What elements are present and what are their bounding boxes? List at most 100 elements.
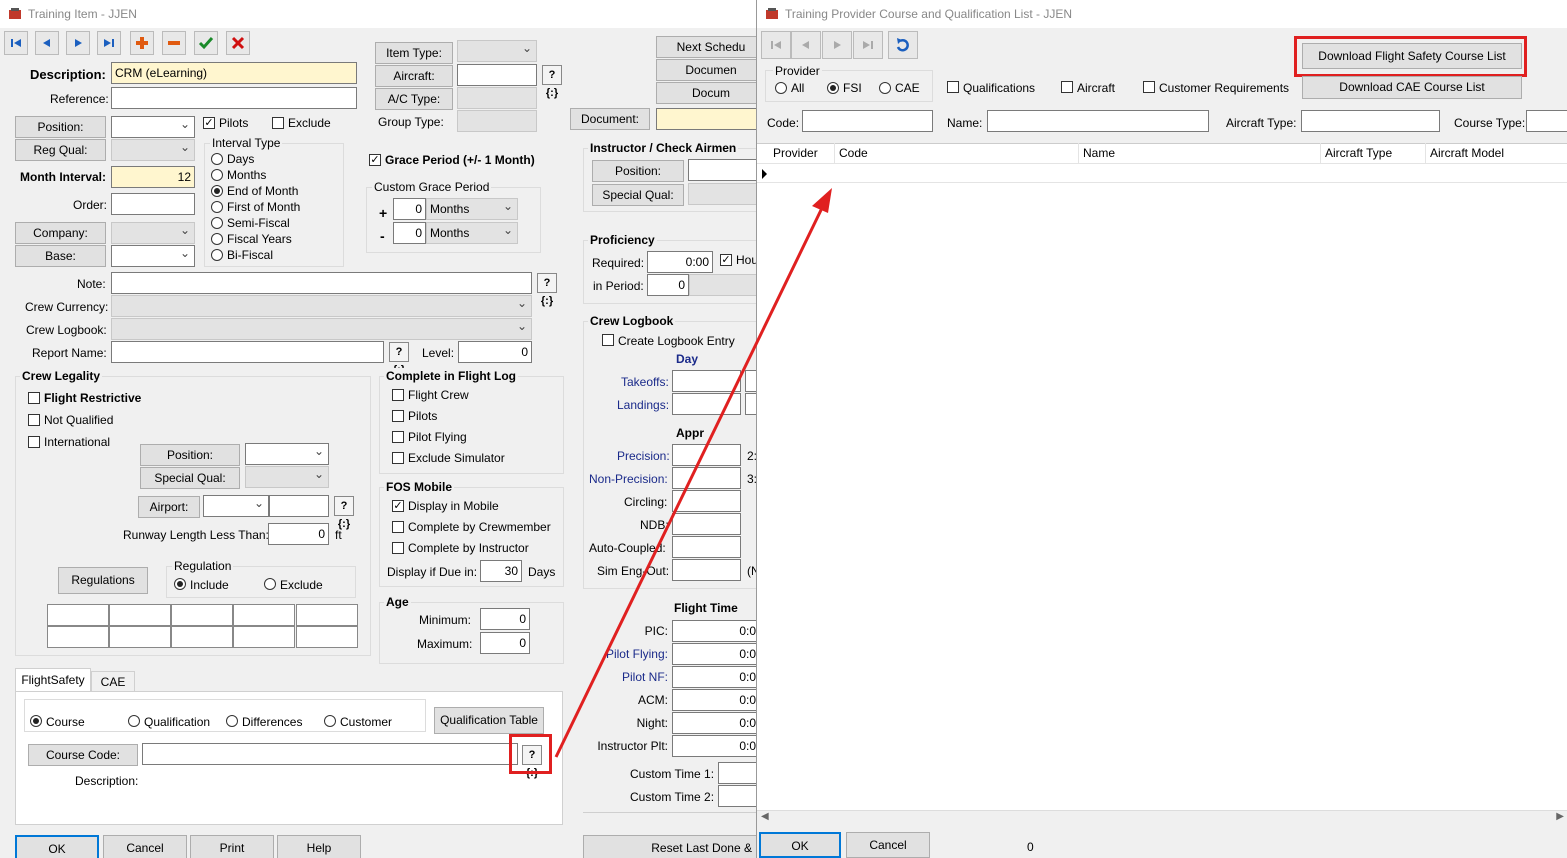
- provider-ok-button[interactable]: OK: [759, 832, 841, 858]
- regulation-cell[interactable]: [233, 604, 295, 626]
- grace-period-checkbox[interactable]: ✓: [369, 154, 381, 166]
- not-qualified-checkbox[interactable]: [28, 414, 40, 426]
- sim-eng-out-input[interactable]: [672, 559, 741, 581]
- flight-restrictive-checkbox[interactable]: [28, 392, 40, 404]
- precision-input[interactable]: [672, 444, 741, 466]
- cancel-button[interactable]: Cancel: [103, 835, 187, 858]
- legality-position-select[interactable]: [245, 441, 329, 465]
- course-type-filter-input[interactable]: [1526, 110, 1567, 132]
- grid-header-aircraft-model[interactable]: Aircraft Model: [1426, 143, 1567, 163]
- grace-plus-unit-select[interactable]: Months: [426, 196, 518, 220]
- fs-qualification-radio[interactable]: [128, 715, 140, 727]
- instructor-position-button[interactable]: Position:: [592, 160, 684, 182]
- pic-input[interactable]: 0:0: [672, 620, 756, 642]
- crew-logbook-select[interactable]: [111, 316, 532, 340]
- provider-next-button[interactable]: [822, 31, 852, 59]
- regulation-cell[interactable]: [171, 626, 233, 648]
- code-filter-input[interactable]: [802, 110, 933, 132]
- display-if-due-input[interactable]: 30: [480, 560, 522, 582]
- age-minimum-input[interactable]: 0: [480, 608, 530, 630]
- pilot-flying-time-input[interactable]: 0:0: [672, 643, 756, 665]
- grace-minus-unit-select[interactable]: Months: [426, 220, 518, 244]
- print-button[interactable]: Print: [190, 835, 274, 858]
- international-checkbox[interactable]: [28, 436, 40, 448]
- reference-input[interactable]: [111, 87, 357, 109]
- instructor-position-input[interactable]: [688, 159, 756, 181]
- runway-length-input[interactable]: 0: [268, 523, 329, 545]
- airport-select[interactable]: [203, 493, 269, 517]
- tab-flightsafety[interactable]: FlightSafety: [15, 668, 91, 692]
- qualifications-checkbox[interactable]: [947, 81, 959, 93]
- grace-plus-input[interactable]: 0: [393, 198, 426, 220]
- next-record-button[interactable]: [66, 31, 90, 55]
- in-period-unit-select[interactable]: [689, 274, 756, 296]
- provider-all-radio[interactable]: [775, 82, 787, 94]
- item-type-select[interactable]: [457, 38, 537, 62]
- next-schedule-button[interactable]: Next Schedu: [656, 36, 756, 58]
- regulation-cell[interactable]: [296, 604, 358, 626]
- custom-time-1-input[interactable]: [718, 762, 756, 784]
- course-code-button[interactable]: Course Code:: [28, 744, 138, 766]
- qualification-table-button[interactable]: Qualification Table: [434, 707, 544, 734]
- create-logbook-entry-checkbox[interactable]: [602, 334, 614, 346]
- exclude-checkbox[interactable]: [272, 117, 284, 129]
- base-select[interactable]: [111, 243, 195, 267]
- interval-days-radio[interactable]: [211, 153, 223, 165]
- custom-time-2-input[interactable]: [718, 785, 756, 807]
- airport-button[interactable]: Airport:: [138, 496, 200, 518]
- order-input[interactable]: [111, 193, 195, 215]
- in-period-input[interactable]: 0: [647, 274, 689, 296]
- takeoffs-night-input[interactable]: [745, 370, 756, 392]
- note-input[interactable]: [111, 272, 532, 294]
- delete-record-button[interactable]: [162, 31, 186, 55]
- regulation-cell[interactable]: [233, 626, 295, 648]
- night-input[interactable]: 0:0: [672, 712, 756, 734]
- aircraft-filter-checkbox[interactable]: [1061, 81, 1073, 93]
- reg-qual-select[interactable]: [111, 137, 195, 161]
- add-record-button[interactable]: [130, 31, 154, 55]
- age-maximum-input[interactable]: 0: [480, 632, 530, 654]
- interval-first-of-month-radio[interactable]: [211, 201, 223, 213]
- month-interval-input[interactable]: 12: [111, 166, 195, 188]
- regulation-cell[interactable]: [109, 604, 171, 626]
- takeoffs-input[interactable]: [672, 370, 741, 392]
- grid-header-name[interactable]: Name: [1079, 143, 1321, 163]
- instructor-plt-input[interactable]: 0:0: [672, 735, 756, 757]
- fs-differences-radio[interactable]: [226, 715, 238, 727]
- complete-by-instructor-checkbox[interactable]: [392, 542, 404, 554]
- name-filter-input[interactable]: [987, 110, 1209, 132]
- legality-position-button[interactable]: Position:: [140, 444, 240, 466]
- scroll-right-icon[interactable]: ▶: [1556, 811, 1564, 822]
- interval-months-radio[interactable]: [211, 169, 223, 181]
- aircraft-input[interactable]: [457, 64, 537, 86]
- non-precision-input[interactable]: [672, 467, 741, 489]
- legality-special-qual-select[interactable]: [245, 464, 329, 488]
- pilot-nf-input[interactable]: 0:0: [672, 666, 756, 688]
- regulation-cell[interactable]: [109, 626, 171, 648]
- circling-input[interactable]: [672, 490, 741, 512]
- instructor-special-qual-input[interactable]: [688, 183, 756, 205]
- aircraft-button[interactable]: Aircraft:: [375, 65, 453, 87]
- landings-night-input[interactable]: [745, 393, 756, 415]
- legality-special-qual-button[interactable]: Special Qual:: [140, 467, 240, 489]
- tab-cae[interactable]: CAE: [91, 671, 135, 692]
- course-grid[interactable]: [757, 143, 1567, 826]
- aircraft-lookup-button[interactable]: ?{:}: [542, 65, 562, 99]
- grid-header-provider[interactable]: Provider: [769, 143, 835, 163]
- interval-fiscal-years-radio[interactable]: [211, 233, 223, 245]
- first-record-button[interactable]: [4, 31, 28, 55]
- complete-by-crewmember-checkbox[interactable]: [392, 521, 404, 533]
- grid-header-aircraft-type[interactable]: Aircraft Type: [1321, 143, 1426, 163]
- company-select[interactable]: [111, 220, 195, 244]
- grid-horizontal-scrollbar[interactable]: ◀ ▶: [757, 810, 1567, 827]
- description-input[interactable]: CRM (eLearning): [111, 62, 357, 84]
- help-button[interactable]: Help: [277, 835, 361, 858]
- aircraft-type-filter-input[interactable]: [1301, 110, 1440, 132]
- instructor-special-qual-button[interactable]: Special Qual:: [592, 184, 684, 206]
- fs-course-radio[interactable]: [30, 715, 42, 727]
- pilot-flying-checkbox[interactable]: [392, 431, 404, 443]
- interval-end-of-month-radio[interactable]: [211, 185, 223, 197]
- level-input[interactable]: 0: [458, 341, 532, 363]
- ac-type-input[interactable]: [457, 87, 537, 109]
- crew-currency-select[interactable]: [111, 293, 532, 317]
